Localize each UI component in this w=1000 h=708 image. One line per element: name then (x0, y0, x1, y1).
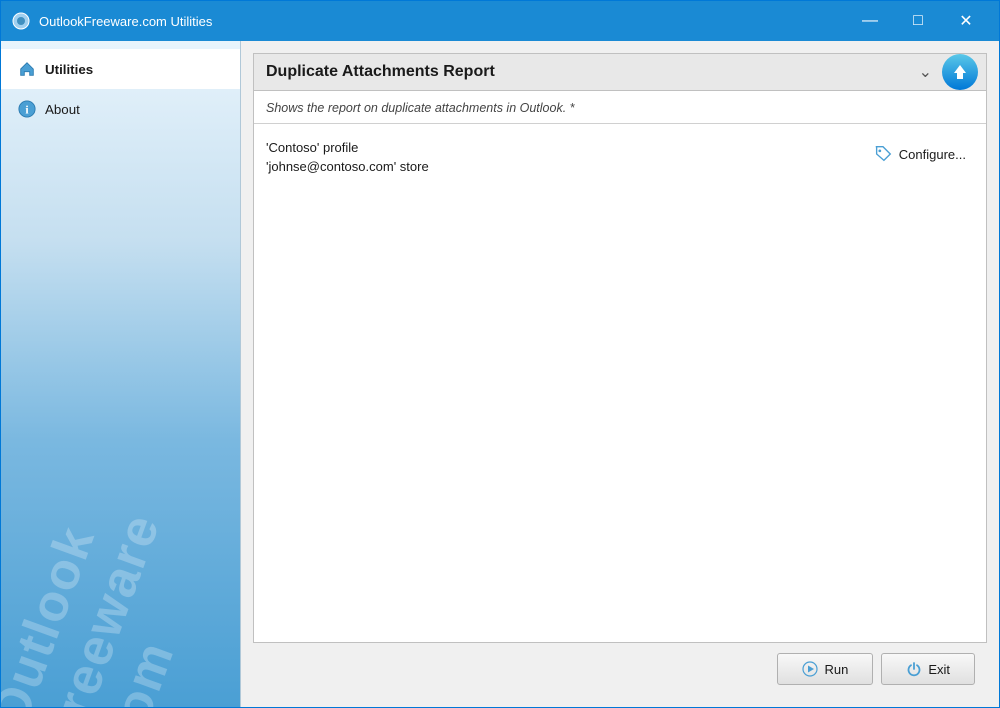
sidebar-watermark: OutlookFreeware.com (1, 487, 226, 707)
maximize-button[interactable]: □ (895, 5, 941, 37)
tag-icon (873, 144, 893, 164)
window-title: OutlookFreeware.com Utilities (39, 14, 847, 29)
profile-line-2: 'johnse@contoso.com' store (266, 159, 865, 174)
profile-line-1: 'Contoso' profile (266, 140, 865, 155)
sidebar-item-about-label: About (45, 102, 80, 117)
profile-info: 'Contoso' profile 'johnse@contoso.com' s… (266, 140, 865, 178)
title-bar: OutlookFreeware.com Utilities — □ ✕ (1, 1, 999, 41)
configure-button[interactable]: Configure... (865, 140, 974, 168)
sidebar-item-about[interactable]: i About (1, 89, 240, 129)
app-icon (11, 11, 31, 31)
content-body: 'Contoso' profile 'johnse@contoso.com' s… (254, 124, 986, 642)
right-panel: Duplicate Attachments Report ⌄ Shows the… (241, 41, 999, 707)
upload-icon (951, 63, 969, 81)
dropdown-title: Duplicate Attachments Report (266, 63, 911, 81)
main-window: OutlookFreeware.com Utilities — □ ✕ Outl… (0, 0, 1000, 708)
chevron-down-icon: ⌄ (919, 62, 932, 82)
bottom-bar: Run Exit (253, 643, 987, 695)
sidebar-item-utilities-label: Utilities (45, 62, 93, 77)
content-header: Duplicate Attachments Report ⌄ (254, 54, 986, 91)
dropdown-area[interactable]: Duplicate Attachments Report ⌄ (262, 56, 936, 88)
minimize-button[interactable]: — (847, 5, 893, 37)
power-icon (906, 661, 922, 677)
sidebar-item-utilities[interactable]: Utilities (1, 49, 240, 89)
sidebar: OutlookFreeware.com Utilities i (1, 41, 241, 707)
info-icon: i (17, 99, 37, 119)
sidebar-nav: Utilities i About (1, 41, 240, 137)
exit-button[interactable]: Exit (881, 653, 975, 685)
content-box: Duplicate Attachments Report ⌄ Shows the… (253, 53, 987, 643)
content-description: Shows the report on duplicate attachment… (254, 91, 986, 124)
upload-button[interactable] (942, 54, 978, 90)
run-icon (802, 661, 818, 677)
close-button[interactable]: ✕ (943, 5, 989, 37)
window-controls: — □ ✕ (847, 5, 989, 37)
run-button[interactable]: Run (777, 653, 873, 685)
house-icon (17, 59, 37, 79)
main-content: OutlookFreeware.com Utilities i (1, 41, 999, 707)
